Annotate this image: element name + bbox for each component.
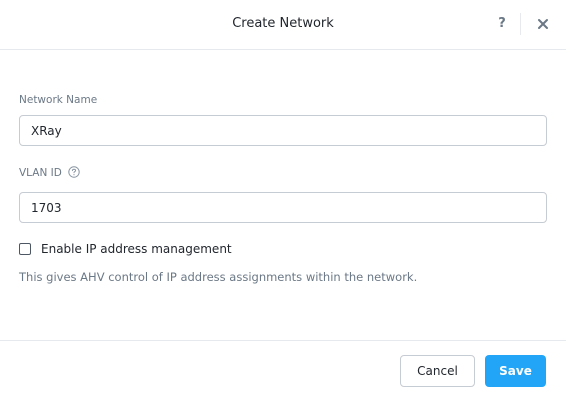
help-button[interactable]: ? [494, 14, 510, 34]
ip-management-description: This gives AHV control of IP address ass… [19, 270, 418, 284]
dialog-footer [0, 340, 566, 400]
cancel-button[interactable]: Cancel [400, 355, 475, 387]
dialog-header: Create Network ? [0, 0, 566, 50]
dialog-title: Create Network [232, 16, 334, 31]
vlan-id-label: VLAN ID [19, 167, 62, 179]
create-network-dialog: Create Network ? Network Name VLAN ID En… [0, 0, 566, 400]
header-divider [520, 13, 521, 35]
vlan-id-input[interactable] [19, 192, 547, 223]
close-button[interactable] [534, 15, 552, 33]
network-name-label: Network Name [19, 94, 98, 106]
network-name-input[interactable] [19, 115, 547, 146]
ip-management-label[interactable]: Enable IP address management [41, 241, 232, 257]
question-circle-icon[interactable] [68, 166, 80, 178]
ip-management-checkbox[interactable] [19, 243, 31, 255]
save-button[interactable]: Save [485, 355, 546, 387]
close-icon [538, 19, 548, 29]
